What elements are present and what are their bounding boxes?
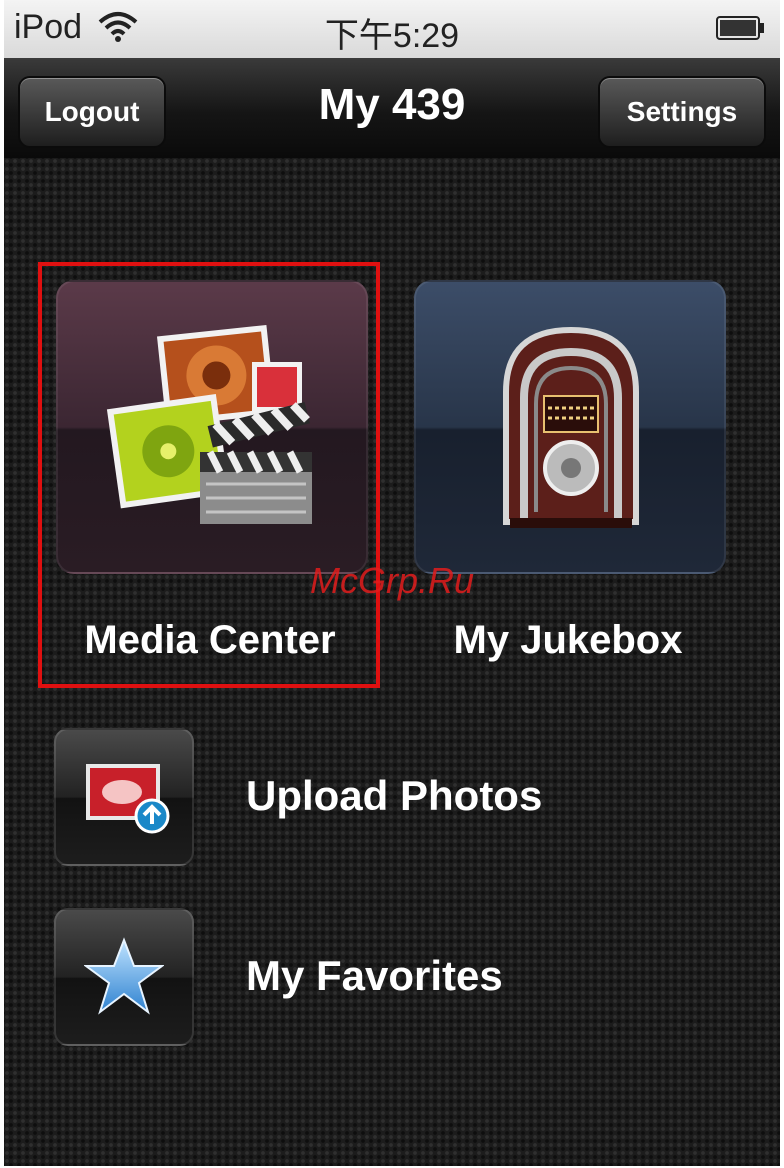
my-jukebox-tile[interactable] [414, 280, 726, 574]
status-bar: iPod 下午5:29 [4, 0, 780, 58]
main-menu: Media Center My Jukebox McGrp.Ru Upload … [4, 158, 780, 1166]
nav-bar: Logout My 439 Settings [4, 58, 780, 159]
watermark: McGrp.Ru [309, 560, 475, 601]
jukebox-icon [503, 326, 639, 528]
my-favorites-label: My Favorites [246, 952, 503, 999]
star-icon [84, 937, 164, 1015]
upload-photos-label: Upload Photos [246, 772, 543, 819]
selection-highlight [38, 262, 380, 688]
settings-button[interactable]: Settings [598, 76, 766, 148]
my-favorites-tile[interactable] [54, 908, 194, 1046]
battery-icon [716, 16, 764, 40]
upload-photo-icon [86, 764, 170, 834]
status-time: 下午5:29 [324, 17, 460, 55]
my-jukebox-label: My Jukebox [453, 618, 683, 662]
upload-photos-tile[interactable] [54, 728, 194, 866]
phone-screen: iPod 下午5:29 Logout My 439 Settings Media… [4, 0, 780, 1166]
